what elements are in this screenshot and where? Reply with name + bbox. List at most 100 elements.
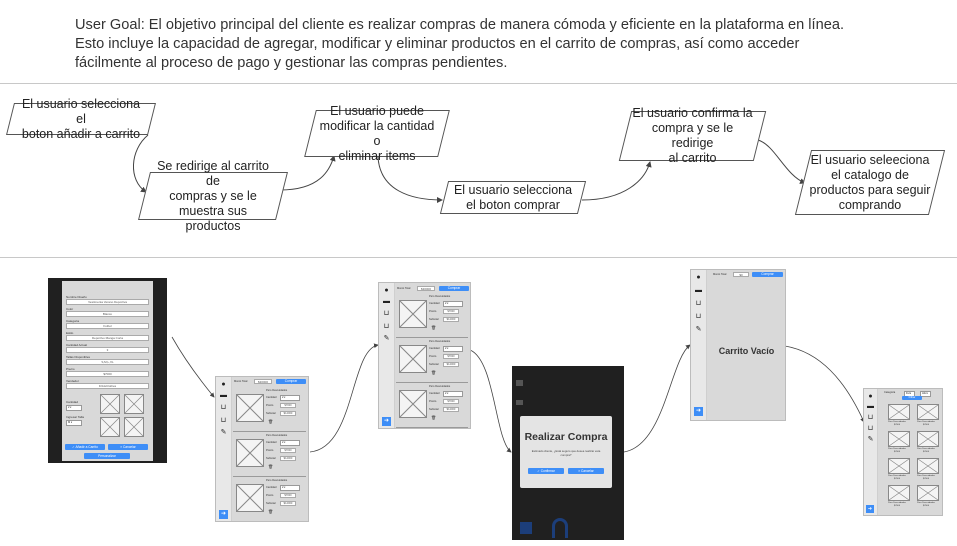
confirm-dialog: Realizar Compra Estimado cliente, ¿Está … [520, 416, 612, 488]
cart-edit-sidebar: ● ▬ ⊔ ⊔ ✎ ➜ [379, 283, 395, 428]
product-image-2 [124, 394, 144, 414]
cart-item-qty-select[interactable]: 2 ▾ [280, 485, 300, 491]
field-value[interactable]: S,M,L,XL [66, 359, 149, 365]
cart-item-image [236, 394, 264, 422]
catalog-item-price: $7000 [923, 505, 930, 507]
cart-icon[interactable]: ⊔ [694, 300, 703, 307]
cart-item-subtotal-value: $14000 [280, 501, 296, 506]
product-shape [552, 518, 568, 538]
shirt-icon[interactable]: ▬ [382, 298, 391, 305]
filter-button[interactable]: Filtrar [902, 396, 922, 400]
mockup-empty-cart: ● ▬ ⊔ ⊔ ✎ ➜ Monto Total $0 Comprar Carri… [690, 269, 786, 421]
cart-item-divider [233, 521, 306, 522]
add-to-cart-button[interactable]: ✓ Añadir a Carrito [65, 444, 105, 450]
cart-icon[interactable]: ⊔ [219, 404, 228, 411]
palette-icon[interactable]: ✎ [382, 335, 391, 342]
catalog-item-image[interactable] [888, 458, 910, 474]
cart-icon[interactable]: ⊔ [866, 414, 875, 421]
field-value[interactable]: Blanco [66, 311, 149, 317]
cart-item-qty-label: Cantidad [429, 392, 440, 395]
total-value: $30000 [417, 286, 435, 291]
confirm-button[interactable]: ✓ Confirmar [528, 468, 564, 474]
field-value[interactable]: FrikisClothes [66, 383, 149, 389]
cart-item-subtotal-value: $14000 [280, 456, 296, 461]
palette-icon[interactable]: ✎ [866, 436, 875, 443]
cart-item-price-label: Precio [266, 449, 274, 452]
user-icon[interactable]: ● [866, 393, 875, 400]
exit-icon[interactable]: ➜ [694, 407, 703, 416]
catalog-item-name: Pero Descuidados [917, 421, 935, 423]
user-icon[interactable]: ● [382, 287, 391, 294]
catalog-item-price: $7000 [923, 451, 930, 453]
cart-icon[interactable]: ⊔ [219, 417, 228, 424]
cart-item-qty-label: Cantidad [266, 441, 277, 444]
buy-button[interactable]: Comprar [439, 286, 469, 291]
cart-item-image [399, 300, 427, 328]
cart-item-price-value: $7000 [280, 493, 296, 498]
cart-item-price-label: Precio [266, 404, 274, 407]
empty-cart-message: Carrito Vacío [718, 346, 775, 356]
user-icon[interactable]: ● [694, 274, 703, 281]
buy-button[interactable]: Comprar [276, 379, 306, 384]
exit-icon[interactable]: ➜ [219, 510, 228, 519]
size-select[interactable]: M ▾ [66, 420, 82, 426]
cart-icon[interactable]: ⊔ [694, 313, 703, 320]
catalog-item-image[interactable] [917, 485, 939, 501]
cart-item-qty-select[interactable]: 2 ▾ [443, 301, 463, 307]
catalog-item-image[interactable] [917, 431, 939, 447]
user-icon[interactable]: ● [219, 381, 228, 388]
qty-select[interactable]: 2 ▾ [66, 405, 82, 411]
cart-item-qty-label: Cantidad [266, 486, 277, 489]
buy-button[interactable]: Comprar [752, 272, 783, 277]
cart-icon[interactable]: ⊔ [382, 323, 391, 330]
mock-arrow-2 [309, 343, 379, 453]
trash-icon[interactable]: 🗑 [268, 464, 273, 469]
cancel-button[interactable]: × Cancelar [108, 444, 148, 450]
flow-arrow-4 [581, 161, 652, 201]
qty-label: Cantidad [66, 400, 79, 404]
cart-icon[interactable]: ⊔ [866, 425, 875, 432]
field-value[interactable]: Vestimenta Verano Deportiva [66, 299, 149, 305]
catalog-item-name: Pero Descuidados [917, 448, 935, 450]
customize-button[interactable]: Personalizar [84, 453, 130, 459]
trash-icon[interactable]: 🗑 [268, 509, 273, 514]
shirt-icon[interactable]: ▬ [694, 287, 703, 294]
shirt-icon[interactable]: ▬ [219, 392, 228, 399]
cart-item-name: Pero Descuidados [266, 389, 288, 392]
cart-item-subtotal-value: $14000 [443, 407, 459, 412]
exit-icon[interactable]: ➜ [382, 417, 391, 426]
cart-item-qty-label: Cantidad [429, 302, 440, 305]
field-value[interactable]: 3 [66, 347, 149, 353]
trash-icon[interactable]: 🗑 [431, 415, 436, 420]
field-value[interactable]: Deportivo Manga Corta [66, 335, 149, 341]
catalog-item-image[interactable] [917, 458, 939, 474]
cart-item-price-label: Precio [429, 310, 437, 313]
empty-sidebar: ● ▬ ⊔ ⊔ ✎ ➜ [691, 270, 707, 420]
catalog-item-image[interactable] [888, 485, 910, 501]
mockup-cart-edit: ● ▬ ⊔ ⊔ ✎ ➜ Monto Total $30000 Comprar P… [378, 282, 471, 429]
cart-item-qty-select[interactable]: 2 ▾ [280, 395, 300, 401]
mockup-cart: ● ▬ ⊔ ⊔ ✎ ➜ Monto Total $30000 Comprar P… [215, 376, 309, 522]
field-value[interactable]: Futbol [66, 323, 149, 329]
cart-item-price-value: $7000 [443, 309, 459, 314]
palette-icon[interactable]: ✎ [219, 429, 228, 436]
cart-icon[interactable]: ⊔ [382, 310, 391, 317]
cart-item-qty-select[interactable]: 2 ▾ [280, 440, 300, 446]
mockup-product-form: Nombre Diseño Vestimenta Verano Deportiva… [48, 278, 167, 463]
trash-icon[interactable]: 🗑 [268, 419, 273, 424]
cart-item-name: Pero Descuidados [429, 340, 451, 343]
catalog-item-image[interactable] [888, 431, 910, 447]
shirt-icon[interactable]: ▬ [866, 403, 875, 410]
catalog-item-image[interactable] [888, 404, 910, 420]
cart-item-image [399, 390, 427, 418]
exit-icon[interactable]: ➜ [866, 505, 874, 513]
palette-icon[interactable]: ✎ [694, 326, 703, 333]
cancel-button[interactable]: × Cancelar [568, 468, 604, 474]
field-value[interactable]: $7000 [66, 371, 149, 377]
trash-icon[interactable]: 🗑 [431, 325, 436, 330]
catalog-item-image[interactable] [917, 404, 939, 420]
cart-item-qty-select[interactable]: 2 ▾ [443, 346, 463, 352]
product-image-4 [124, 417, 144, 437]
trash-icon[interactable]: 🗑 [431, 370, 436, 375]
cart-item-qty-select[interactable]: 2 ▾ [443, 391, 463, 397]
